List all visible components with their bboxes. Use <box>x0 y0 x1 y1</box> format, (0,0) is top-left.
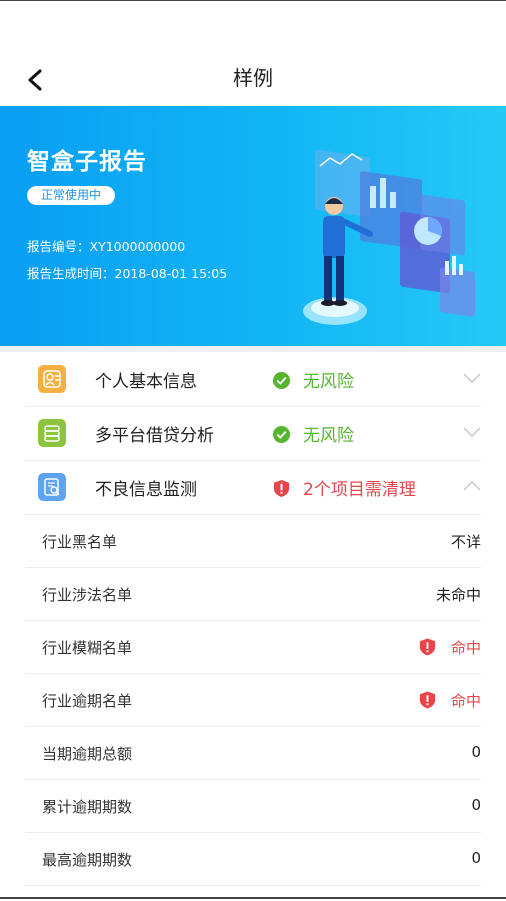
section-divider <box>0 346 506 352</box>
status-badge: 正常使用中 <box>27 186 116 205</box>
chevron-down-icon[interactable] <box>463 425 481 439</box>
shield-alert-icon <box>419 691 436 709</box>
detail-value-text: 命中 <box>450 639 481 657</box>
person-card-icon <box>38 365 66 393</box>
bottom-border <box>0 897 506 899</box>
shield-alert-icon <box>273 479 290 498</box>
risk-status: 无风险 <box>272 421 354 446</box>
detail-value: 不详 <box>450 533 481 551</box>
nav-bar: 样例 <box>0 46 506 106</box>
detail-value-text: 命中 <box>450 692 481 710</box>
risk-status-text: 无风险 <box>303 372 354 392</box>
detail-row: 行业逾期名单 命中 <box>25 674 481 727</box>
detail-row: 当期逾期总额 0 <box>25 727 481 780</box>
report-header: 智盒子报告 正常使用中 报告编号：XY1000000000 报告生成时间：201… <box>0 106 506 346</box>
detail-label: 行业黑名单 <box>42 533 118 551</box>
check-circle-icon <box>272 425 291 444</box>
detail-row: 累计逾期期数 0 <box>25 780 481 833</box>
detail-label: 最高逾期期数 <box>42 851 133 869</box>
page-title: 样例 <box>233 66 273 90</box>
risk-status: 2个项目需清理 <box>272 475 416 500</box>
detail-row: 最高逾期期数 0 <box>25 833 481 886</box>
detail-label: 行业逾期名单 <box>42 692 133 710</box>
risk-status-text: 2个项目需清理 <box>303 480 416 500</box>
document-search-icon <box>38 473 66 501</box>
detail-label: 当期逾期总额 <box>42 745 133 763</box>
detail-value: 未命中 <box>435 586 481 604</box>
risk-status-text: 无风险 <box>303 426 354 446</box>
detail-value: 命中 <box>418 690 481 711</box>
detail-value: 0 <box>471 743 481 761</box>
detail-label: 行业模糊名单 <box>42 639 133 657</box>
detail-value: 命中 <box>418 637 481 658</box>
report-number: 报告编号：XY1000000000 <box>27 239 186 254</box>
check-circle-icon <box>272 371 291 390</box>
detail-label: 累计逾期期数 <box>42 798 133 816</box>
report-title: 智盒子报告 <box>27 149 147 175</box>
chevron-up-icon[interactable] <box>463 479 481 493</box>
risk-item-label: 不良信息监测 <box>95 480 197 500</box>
database-icon <box>38 419 66 447</box>
detail-value: 0 <box>471 796 481 814</box>
detail-row: 行业黑名单 不详 <box>25 515 481 568</box>
detail-label: 行业涉法名单 <box>42 586 133 604</box>
report-time: 报告生成时间：2018-08-01 15:05 <box>27 266 228 281</box>
risk-item-basic-info[interactable]: 个人基本信息 无风险 <box>25 353 481 407</box>
top-border <box>0 0 506 1</box>
risk-item-multi-platform[interactable]: 多平台借贷分析 无风险 <box>25 407 481 461</box>
risk-item-label: 多平台借贷分析 <box>95 426 214 446</box>
shield-alert-icon <box>419 638 436 656</box>
risk-item-bad-info[interactable]: 不良信息监测 2个项目需清理 <box>25 461 481 515</box>
detail-value: 0 <box>471 849 481 867</box>
detail-row: 行业模糊名单 命中 <box>25 621 481 674</box>
risk-status: 无风险 <box>272 367 354 392</box>
risk-item-label: 个人基本信息 <box>95 372 197 392</box>
chevron-down-icon[interactable] <box>463 371 481 385</box>
dashboard-illustration <box>303 149 475 325</box>
detail-row: 行业涉法名单 未命中 <box>25 568 481 621</box>
